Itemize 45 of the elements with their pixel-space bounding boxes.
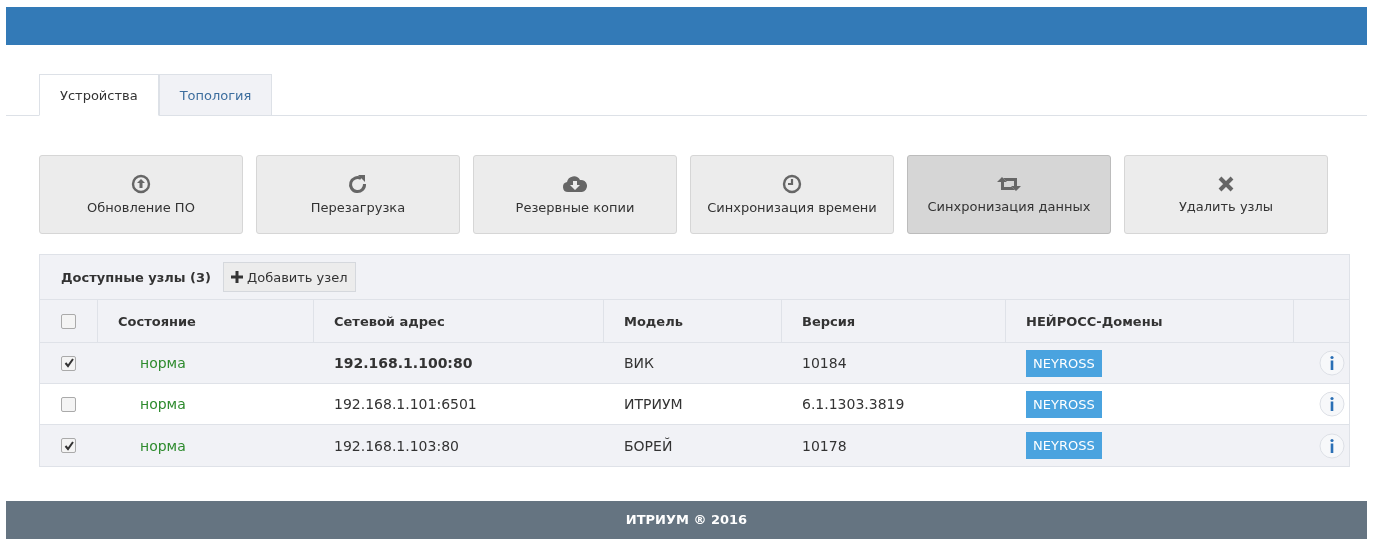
domain-tag: NEYROSS [1026, 349, 1102, 377]
address-text: 192.168.1.100:80 [334, 355, 473, 371]
clock-icon [782, 174, 802, 194]
checkbox[interactable] [61, 355, 76, 371]
copyright-text: ИТРИУМ ® 2016 [625, 511, 748, 527]
close-icon [1217, 175, 1235, 193]
version-text: 6.1.1303.3819 [802, 396, 905, 412]
tab[interactable]: Устройства [39, 74, 159, 116]
version-text: 10178 [802, 437, 847, 454]
column-header: Версия [802, 313, 856, 329]
upload-icon [131, 174, 151, 194]
address-text: 192.168.1.103:80 [334, 437, 459, 454]
panel-title: Доступные узлы (3) [61, 269, 212, 285]
checkbox[interactable] [61, 313, 76, 329]
status-text: норма [140, 355, 186, 371]
info-icon[interactable] [1319, 432, 1345, 459]
info-icon[interactable] [1319, 350, 1345, 376]
status-text: норма [140, 437, 186, 454]
column-header: Состояние [118, 313, 196, 329]
model-text: БОРЕЙ [624, 437, 673, 454]
reload-icon [348, 174, 368, 194]
checkbox[interactable] [61, 396, 76, 412]
toolbar-button[interactable]: Синхронизация времени [690, 155, 894, 234]
version-text: 10184 [802, 355, 847, 371]
toolbar-button[interactable]: Резервные копии [473, 155, 677, 234]
toolbar-button[interactable]: Удалить узлы [1124, 155, 1328, 234]
checkbox[interactable] [61, 438, 76, 453]
toolbar-button[interactable]: Синхронизация данных [907, 155, 1111, 234]
tab[interactable]: Топология [158, 74, 273, 116]
domain-tag: NEYROSS [1026, 432, 1102, 459]
model-text: ВИК [624, 355, 655, 371]
column-header: НЕЙРОСС-Домены [1026, 313, 1163, 329]
domain-tag: NEYROSS [1026, 390, 1102, 418]
toolbar-button[interactable]: Обновление ПО [39, 155, 243, 234]
column-header: Модель [624, 313, 683, 329]
retweet-icon [997, 175, 1021, 193]
plus-icon [231, 271, 244, 283]
add-node-button[interactable]: Добавить узел [223, 262, 356, 292]
address-text: 192.168.1.101:6501 [334, 396, 477, 412]
toolbar-button[interactable]: Перезагрузка [256, 155, 460, 234]
status-text: норма [140, 396, 186, 412]
info-icon[interactable] [1319, 391, 1345, 417]
cloud-download-icon [562, 174, 588, 194]
column-header: Сетевой адрес [334, 313, 445, 329]
model-text: ИТРИУМ [624, 396, 683, 412]
